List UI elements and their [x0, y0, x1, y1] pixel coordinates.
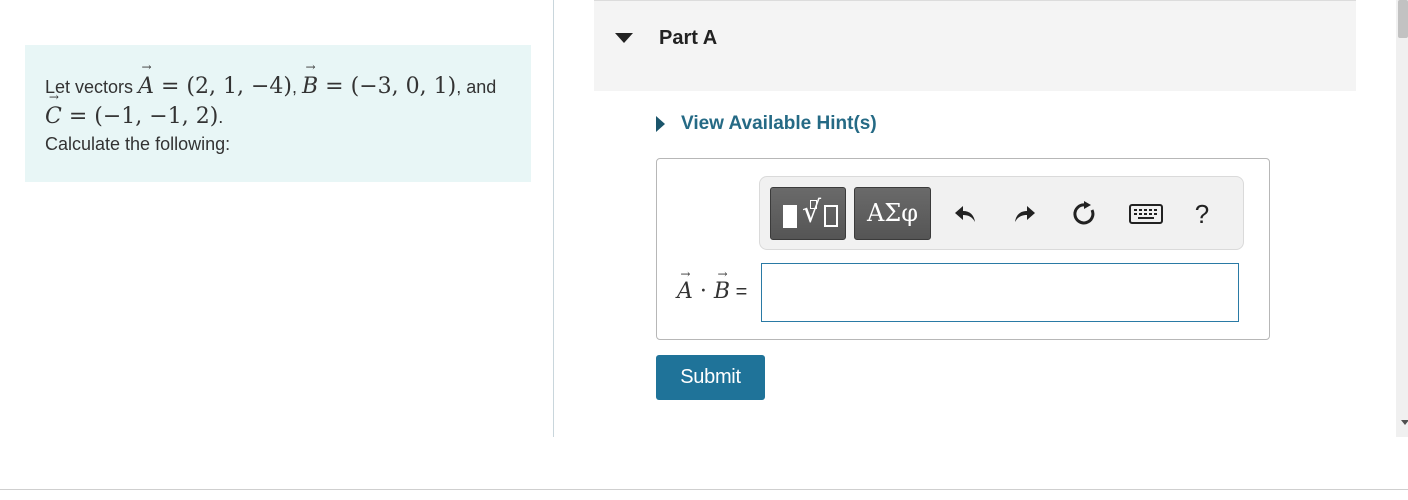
- footer-divider: [0, 489, 1408, 490]
- answer-input[interactable]: [761, 263, 1239, 322]
- vector-c-definition: C = (−1, −1, 2): [45, 91, 219, 132]
- label-vector-a: A: [677, 268, 693, 304]
- vector-b-symbol: B: [302, 61, 318, 102]
- submit-button[interactable]: Submit: [656, 355, 765, 400]
- problem-instruction: Calculate the following:: [45, 134, 231, 154]
- math-toolbar: √ ΑΣφ ?: [759, 176, 1244, 250]
- template-root-icon: √: [802, 195, 822, 230]
- part-a-header: Part A: [594, 0, 1356, 91]
- panel-divider: [553, 0, 554, 437]
- problem-line-2: C = (−1, −1, 2).: [45, 91, 511, 132]
- hint-link-text[interactable]: View Available Hint(s): [681, 113, 877, 135]
- problem-statement: Let vectors A = (2, 1, −4), B = (−3, 0, …: [25, 45, 531, 182]
- vector-a-symbol: A: [138, 61, 154, 102]
- answer-label: A · B =: [677, 268, 748, 304]
- vector-c-value: (−1, −1, 2): [94, 104, 219, 129]
- greek-symbols-button[interactable]: ΑΣφ: [854, 187, 931, 240]
- expand-caret-icon: [656, 115, 666, 133]
- keyboard-icon[interactable]: [1125, 195, 1167, 233]
- scrollbar-track[interactable]: [1396, 0, 1408, 437]
- vector-c-symbol: C: [45, 91, 62, 132]
- redo-icon[interactable]: [1007, 195, 1043, 233]
- template-block-icon: [783, 205, 797, 228]
- template-box-icon: [824, 205, 838, 227]
- help-icon[interactable]: ?: [1184, 195, 1220, 233]
- vector-b-definition: B = (−3, 0, 1): [302, 61, 457, 102]
- reset-icon[interactable]: [1067, 195, 1103, 233]
- dot-operator: ·: [699, 279, 707, 304]
- vector-b-value: (−3, 0, 1): [350, 74, 457, 99]
- templates-button[interactable]: √: [770, 187, 846, 240]
- and-text: , and: [456, 77, 497, 97]
- view-hints-toggle[interactable]: View Available Hint(s): [656, 113, 877, 135]
- part-title[interactable]: Part A: [659, 27, 717, 50]
- answer-area: √ ΑΣφ ? A · B =: [656, 158, 1270, 340]
- vector-a-definition: A = (2, 1, −4): [138, 61, 292, 102]
- label-vector-b: B: [714, 268, 730, 304]
- collapse-caret-icon[interactable]: [615, 33, 633, 45]
- undo-icon[interactable]: [947, 195, 983, 233]
- problem-line-1: Let vectors A = (2, 1, −4), B = (−3, 0, …: [45, 61, 511, 102]
- scroll-down-arrow-icon[interactable]: [1400, 418, 1408, 426]
- vector-a-value: (2, 1, −4): [186, 74, 292, 99]
- template-index-icon: [810, 200, 817, 209]
- scrollbar-thumb[interactable]: [1398, 0, 1408, 38]
- equals-sign: =: [735, 281, 748, 303]
